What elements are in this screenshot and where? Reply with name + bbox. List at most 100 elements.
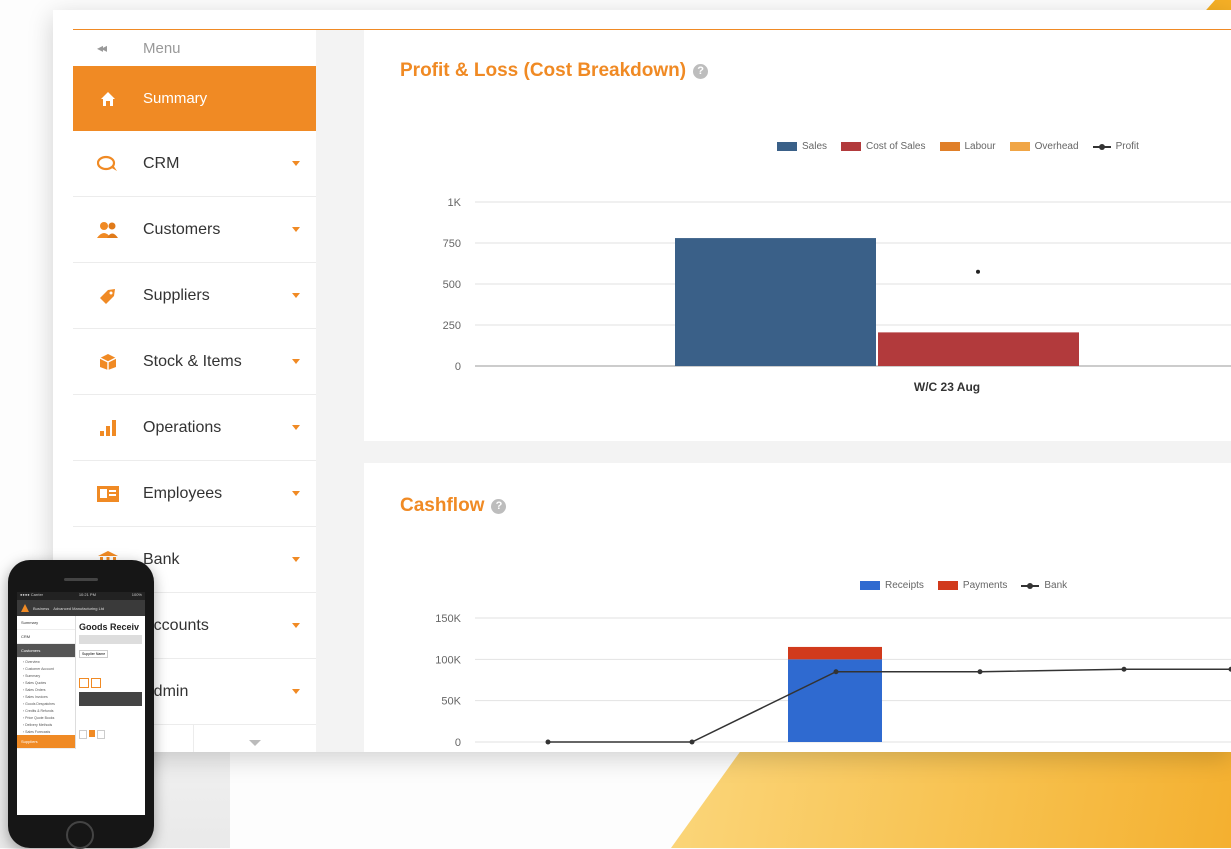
bar-payments bbox=[788, 647, 882, 659]
phone-pagination bbox=[79, 730, 142, 739]
legend-label: Labour bbox=[965, 141, 996, 152]
phone-main: Goods Receiv Supplier Name bbox=[76, 616, 145, 749]
sidebar-item-suppliers[interactable]: Suppliers bbox=[73, 263, 316, 329]
phone-subitem[interactable]: › Delivery Methods bbox=[17, 721, 75, 728]
phone-time: 10:21 PM bbox=[79, 592, 96, 600]
sidebar-item-employees[interactable]: Employees bbox=[73, 461, 316, 527]
legend-label: Bank bbox=[1044, 580, 1067, 591]
id-card-icon bbox=[73, 486, 143, 502]
sidebar-item-label: CRM bbox=[143, 155, 179, 173]
chevron-down-icon bbox=[292, 689, 300, 694]
phone-subitem[interactable]: › Price Quote Books bbox=[17, 714, 75, 721]
sidebar-item-label: Suppliers bbox=[143, 287, 210, 305]
legend-swatch bbox=[938, 581, 958, 590]
sidebar-scroll-down[interactable] bbox=[194, 725, 316, 752]
tag-icon bbox=[73, 286, 143, 306]
legend-label: Profit bbox=[1116, 141, 1139, 152]
phone-battery: 100% bbox=[132, 592, 142, 600]
y-tick-label: 1K bbox=[448, 197, 462, 209]
prev-page-button[interactable] bbox=[79, 730, 87, 739]
phone-speaker bbox=[64, 578, 98, 581]
bank-point bbox=[546, 740, 551, 745]
phone-nav-customers[interactable]: Customers bbox=[17, 644, 75, 658]
y-tick-label: 250 bbox=[443, 320, 461, 332]
y-tick-label: 100K bbox=[435, 654, 461, 666]
phone-subitem[interactable]: › Customer Account bbox=[17, 665, 75, 672]
phone-subitems: › Overview› Customer Account› Summary› S… bbox=[17, 658, 75, 735]
refresh-button[interactable] bbox=[91, 678, 101, 688]
phone-subitem[interactable]: › Overview bbox=[17, 658, 75, 665]
menu-label: Menu bbox=[143, 40, 181, 57]
add-button[interactable] bbox=[79, 678, 89, 688]
sidebar-item-customers[interactable]: Customers bbox=[73, 197, 316, 263]
help-icon[interactable]: ? bbox=[491, 499, 506, 514]
sidebar-item-stock-items[interactable]: Stock & Items bbox=[73, 329, 316, 395]
phone-toolbar bbox=[79, 635, 142, 644]
phone-subitem[interactable]: › Summary bbox=[17, 672, 75, 679]
phone-table-header bbox=[79, 692, 142, 706]
y-tick-label: 50K bbox=[441, 696, 461, 708]
current-page-button[interactable] bbox=[89, 730, 95, 737]
legend-item-overhead[interactable]: Overhead bbox=[1010, 141, 1079, 152]
phone-body: Summary CRM Customers › Overview› Custom… bbox=[17, 616, 145, 749]
phone-subitem[interactable]: › Sales Orders bbox=[17, 686, 75, 693]
sidebar-item-operations[interactable]: Operations bbox=[73, 395, 316, 461]
legend-item-bank[interactable]: Bank bbox=[1021, 580, 1067, 591]
y-tick-label: 0 bbox=[455, 737, 461, 749]
phone-nav-summary[interactable]: Summary bbox=[17, 616, 75, 630]
legend-label: Overhead bbox=[1035, 141, 1079, 152]
cashflow-title: Cashflow bbox=[400, 495, 484, 517]
sidebar-item-crm[interactable]: CRM bbox=[73, 131, 316, 197]
legend-swatch bbox=[940, 142, 960, 151]
help-icon[interactable]: ? bbox=[693, 64, 708, 79]
y-tick-label: 0 bbox=[455, 361, 461, 373]
phone-subitem[interactable]: › Sales Invoices bbox=[17, 693, 75, 700]
phone-subitem[interactable]: › Credits & Refunds bbox=[17, 707, 75, 714]
menu-header[interactable]: ◂◂ Menu bbox=[73, 30, 316, 66]
next-page-button[interactable] bbox=[97, 730, 105, 739]
bar-cost-of-sales bbox=[878, 332, 1079, 366]
sidebar-item-label: Stock & Items bbox=[143, 353, 242, 371]
chat-icon bbox=[73, 155, 143, 173]
chevron-down-icon bbox=[292, 161, 300, 166]
legend-item-labour[interactable]: Labour bbox=[940, 141, 996, 152]
y-tick-label: 150K bbox=[435, 613, 461, 625]
sidebar-item-summary[interactable]: Summary bbox=[73, 66, 316, 131]
app-logo-icon bbox=[21, 604, 29, 612]
legend-swatch bbox=[860, 581, 880, 590]
cashflow-legend: Receipts Payments Bank bbox=[860, 580, 1081, 591]
collapse-icon[interactable]: ◂◂ bbox=[73, 41, 143, 55]
profit-loss-panel: Profit & Loss (Cost Breakdown) ? Sales C… bbox=[364, 30, 1231, 463]
legend-item-payments[interactable]: Payments bbox=[938, 580, 1007, 591]
sidebar-item-label: Summary bbox=[143, 90, 207, 107]
profit-loss-chart: 02505007501KW/C 23 Aug bbox=[364, 161, 1231, 401]
phone-subitem[interactable]: › Sales Quotes bbox=[17, 679, 75, 686]
legend-line bbox=[1093, 146, 1111, 148]
phone-nav-suppliers[interactable]: Suppliers bbox=[17, 735, 75, 749]
chevron-down-icon bbox=[292, 557, 300, 562]
legend-item-profit[interactable]: Profit bbox=[1093, 141, 1139, 152]
legend-swatch bbox=[1010, 142, 1030, 151]
profit-loss-title: Profit & Loss (Cost Breakdown) bbox=[400, 60, 686, 82]
home-icon bbox=[73, 91, 143, 107]
phone-action-buttons bbox=[79, 678, 142, 688]
x-category-label: W/C 23 Aug bbox=[914, 380, 980, 394]
panel-title: Cashflow ? bbox=[400, 495, 506, 517]
phone-table-body bbox=[79, 706, 142, 730]
phone-status-bar: ●●●● Carrier 10:21 PM 100% bbox=[17, 592, 145, 600]
legend-label: Receipts bbox=[885, 580, 924, 591]
legend-item-sales[interactable]: Sales bbox=[777, 141, 827, 152]
legend-item-cost-of-sales[interactable]: Cost of Sales bbox=[841, 141, 925, 152]
y-tick-label: 500 bbox=[443, 279, 461, 291]
box-icon bbox=[73, 353, 143, 371]
phone-filter-select[interactable]: Supplier Name bbox=[79, 650, 108, 658]
phone-subitem[interactable]: › Goods Despatches bbox=[17, 700, 75, 707]
chevron-down-icon bbox=[292, 491, 300, 496]
phone-subitem[interactable]: › Sales Forecasts bbox=[17, 728, 75, 735]
phone-screen: ●●●● Carrier 10:21 PM 100% Business Adva… bbox=[17, 592, 145, 815]
chevron-down-icon bbox=[292, 227, 300, 232]
phone-company: Advanced Manufacturing Ltd bbox=[53, 606, 104, 611]
phone-nav-crm[interactable]: CRM bbox=[17, 630, 75, 644]
legend-item-receipts[interactable]: Receipts bbox=[860, 580, 924, 591]
profit-loss-legend: Sales Cost of Sales Labour Overhead Prof… bbox=[777, 141, 1153, 152]
